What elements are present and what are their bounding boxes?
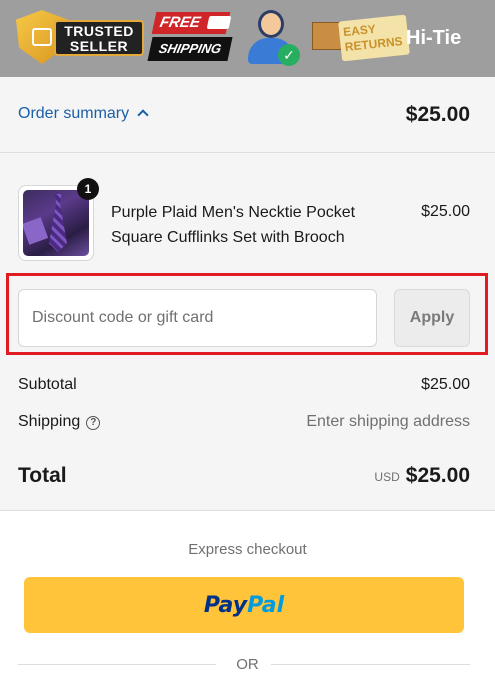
promo-banner: TRUSTED SELLER FREE SHIPPING ✓ EASY RETU… — [0, 0, 495, 77]
easy-returns-label: EASY RETURNS — [338, 14, 410, 62]
agent-head — [258, 10, 284, 38]
order-summary-toggle[interactable]: Order summary — [18, 104, 149, 124]
product-name: Purple Plaid Men's Necktie Pocket Square… — [111, 204, 356, 246]
trusted-seller-badge: TRUSTED SELLER — [14, 8, 144, 66]
paypal-logo-pal: Pal — [247, 592, 285, 618]
paypal-logo-pay: Pay — [203, 592, 248, 618]
help-icon[interactable]: ? — [86, 416, 101, 430]
discount-code-input[interactable] — [18, 289, 377, 347]
free-shipping-badge: FREE SHIPPING — [147, 12, 233, 64]
shipping-value: Enter shipping address — [306, 413, 470, 430]
or-label: OR — [228, 656, 267, 673]
brand-logo[interactable]: Hi-Tie — [406, 25, 461, 51]
easy-returns-badge: EASY RETURNS — [310, 12, 410, 64]
chevron-up-icon — [137, 109, 149, 121]
order-summary-bar: Order summary $25.00 — [0, 77, 495, 153]
quantity-badge: 1 — [77, 178, 99, 200]
express-checkout-title: Express checkout — [188, 541, 307, 558]
product-price: $25.00 — [421, 203, 470, 220]
support-agent-icon: ✓ — [244, 8, 300, 68]
subtotal-label: Subtotal — [18, 376, 77, 393]
trusted-seller-label: TRUSTED SELLER — [54, 20, 144, 56]
checkmark-icon: ✓ — [278, 44, 300, 66]
box-icon — [312, 22, 342, 50]
shipping-row: Shipping? — [18, 412, 101, 432]
subtotal-value: $25.00 — [421, 376, 470, 393]
product-thumbnail: 1 — [18, 178, 99, 261]
paypal-button[interactable]: PayPal — [24, 577, 464, 633]
shipping-label: SHIPPING — [147, 37, 233, 61]
truck-icon — [206, 16, 232, 29]
order-summary-section: 1 Purple Plaid Men's Necktie Pocket Squa… — [0, 153, 495, 511]
summary-total: $25.00 — [405, 103, 470, 126]
or-divider: OR — [0, 655, 495, 675]
shopping-bag-icon — [32, 28, 52, 46]
total-amount: $25.00 — [405, 464, 470, 487]
product-image — [23, 190, 89, 256]
total-label: Total — [18, 464, 67, 487]
apply-discount-button[interactable]: Apply — [394, 289, 470, 347]
currency-code: USD — [374, 470, 400, 484]
order-summary-label: Order summary — [18, 105, 130, 122]
total-value-group: USD $25.00 — [374, 463, 470, 491]
shipping-label: Shipping — [18, 413, 81, 430]
